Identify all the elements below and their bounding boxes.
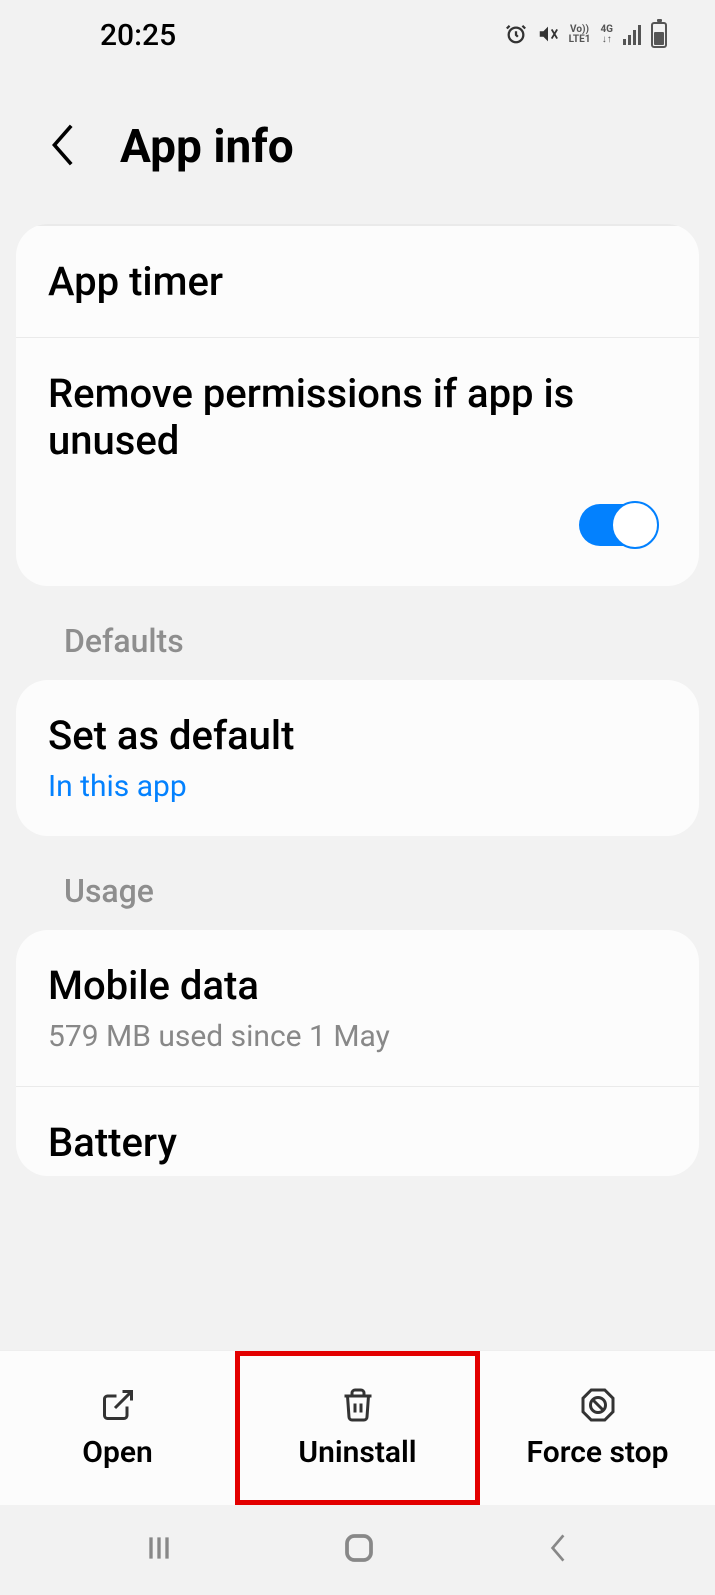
card-defaults: Set as default In this app — [16, 680, 699, 836]
force-stop-button[interactable]: Force stop — [480, 1351, 715, 1505]
signal-icon — [623, 25, 641, 45]
alarm-icon — [505, 18, 527, 53]
open-button[interactable]: Open — [0, 1351, 235, 1505]
row-set-default[interactable]: Set as default In this app — [16, 680, 699, 836]
row-battery[interactable]: Battery — [16, 1086, 699, 1176]
page-title: App info — [120, 120, 294, 174]
section-usage-header: Usage — [16, 836, 699, 930]
mobile-data-sub: 579 MB used since 1 May — [48, 1019, 667, 1054]
uninstall-label: Uninstall — [298, 1435, 416, 1470]
status-time: 20:25 — [100, 18, 176, 53]
volte-indicator: Vo)) LTE1 — [569, 25, 591, 45]
set-default-label: Set as default — [48, 712, 667, 759]
header: App info — [0, 70, 715, 224]
back-icon[interactable] — [48, 121, 80, 173]
nav-bar — [0, 1505, 715, 1595]
nav-back-icon[interactable] — [544, 1530, 572, 1570]
network-indicator: 4G ↓↑ — [600, 25, 613, 45]
open-icon — [100, 1387, 136, 1423]
battery-label: Battery — [48, 1119, 667, 1166]
section-defaults-header: Defaults — [16, 586, 699, 680]
mobile-data-label: Mobile data — [48, 962, 667, 1009]
status-icons: Vo)) LTE1 4G ↓↑ — [505, 18, 667, 53]
trash-icon — [340, 1387, 376, 1423]
row-app-timer[interactable]: App timer — [16, 225, 699, 337]
recents-icon[interactable] — [143, 1532, 175, 1568]
uninstall-button[interactable]: Uninstall — [235, 1351, 480, 1505]
status-bar: 20:25 Vo)) LTE1 4G ↓↑ — [0, 0, 715, 70]
remove-permissions-label: Remove permissions if app is unused — [48, 370, 667, 464]
open-label: Open — [82, 1435, 152, 1470]
row-mobile-data[interactable]: Mobile data 579 MB used since 1 May — [16, 930, 699, 1086]
remove-permissions-toggle[interactable] — [579, 504, 657, 546]
home-icon[interactable] — [341, 1530, 377, 1570]
bottom-actions: Open Uninstall Force stop — [0, 1350, 715, 1505]
set-default-sub: In this app — [48, 769, 667, 804]
card-usage: Mobile data 579 MB used since 1 May Batt… — [16, 930, 699, 1176]
force-stop-label: Force stop — [527, 1435, 669, 1470]
row-remove-permissions[interactable]: Remove permissions if app is unused — [16, 337, 699, 586]
app-timer-label: App timer — [48, 258, 667, 305]
content: App timer Remove permissions if app is u… — [0, 224, 715, 1350]
battery-icon — [651, 22, 667, 48]
mute-icon — [537, 18, 559, 53]
stop-icon — [580, 1387, 616, 1423]
card-general: App timer Remove permissions if app is u… — [16, 224, 699, 586]
